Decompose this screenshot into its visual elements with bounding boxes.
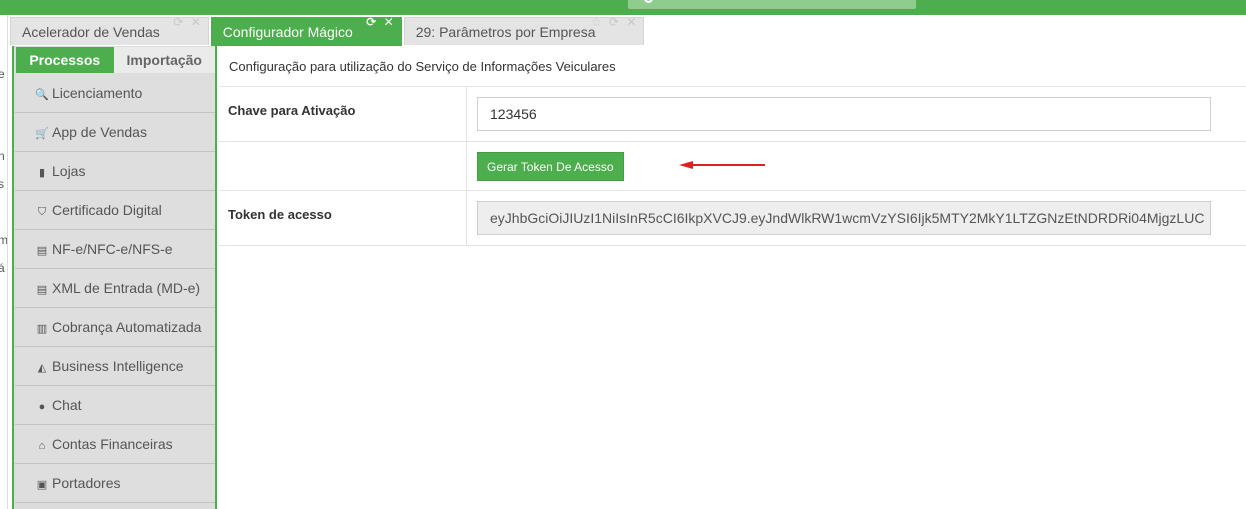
cart-icon: 🛒 <box>35 128 49 140</box>
money-icon: ▣ <box>36 479 48 491</box>
tab-label: 29: Parâmetros por Empresa <box>415 24 596 40</box>
sidebar-item-contas-financeiras[interactable]: ⌂ Contas Financeiras <box>15 425 215 464</box>
tab-parametros-por-empresa[interactable]: 29: Parâmetros por Empresa ☆ ⟳ ✕ <box>403 15 645 45</box>
sidebar-item-business-intelligence[interactable]: ◭ Business Intelligence <box>15 347 215 386</box>
search-icon <box>644 0 653 3</box>
sidebar-item-cobranca-automatizada[interactable]: ▥ Cobrança Automatizada <box>15 308 215 347</box>
activation-key-input[interactable]: 123456 <box>477 97 1211 131</box>
bank-icon: ⌂ <box>38 440 46 452</box>
page-title: Configuração para utilização do Serviço … <box>219 47 1246 87</box>
file-text-icon: ▤ <box>36 284 48 296</box>
tab-controls[interactable]: ☆ ⟳ ✕ <box>591 15 639 29</box>
sidebar-item-lojas[interactable]: ▮ Lojas <box>15 152 215 191</box>
tab-controls[interactable]: ⟳ ✕ <box>173 15 202 29</box>
top-bar <box>0 0 1246 15</box>
access-token-field[interactable]: eyJhbGciOiJIUzI1NiIsInR5cCI6IkpXVCJ9.eyJ… <box>477 201 1211 235</box>
activation-label: Chave para Ativação <box>219 87 467 141</box>
tab-configurador-magico[interactable]: Configurador Mágico ⟳ ✕ <box>210 15 402 46</box>
tab-controls[interactable]: ⟳ ✕ <box>366 15 395 29</box>
file-code-icon: ▤ <box>36 245 48 257</box>
sidebar-item-app-de-vendas[interactable]: 🛒 App de Vendas <box>15 113 215 152</box>
red-arrow-annotation <box>679 161 765 169</box>
tab-acelerador-de-vendas[interactable]: Acelerador de Vendas ⟳ ✕ <box>10 15 209 45</box>
global-search[interactable] <box>628 0 916 9</box>
activation-row: Chave para Ativação 123456 <box>219 87 1246 142</box>
sidebar-item-portadores[interactable]: ▣ Portadores <box>15 464 215 503</box>
sidebar-tab-processos[interactable]: Processos <box>16 47 114 73</box>
sidebar-item-licenciamento[interactable]: 🔍 Licenciamento <box>15 74 215 113</box>
main-content: Configuração para utilização do Serviço … <box>219 47 1246 246</box>
empty-label <box>219 142 467 190</box>
token-label: Token de acesso <box>219 191 467 245</box>
sidebar-item-nfe[interactable]: ▤ NF-e/NFC-e/NFS-e <box>15 230 215 269</box>
left-panel-edge: e n s m á <box>0 15 8 509</box>
sidebar-menu: 🔍 Licenciamento 🛒 App de Vendas ▮ Lojas ⛉ Ce… <box>15 74 215 503</box>
generate-token-button[interactable]: Gerar Token De Acesso <box>477 152 624 181</box>
tab-label: Acelerador de Vendas <box>22 24 160 40</box>
tab-bar: Acelerador de Vendas ⟳ ✕ Configurador Má… <box>10 15 646 46</box>
sidebar-item-xml-de-entrada[interactable]: ▤ XML de Entrada (MD-e) <box>15 269 215 308</box>
sidebar: Processos Importação 🔍 Licenciamento 🛒 App… <box>12 46 217 509</box>
barcode-icon: ▥ <box>36 323 48 335</box>
building-icon: ▮ <box>38 167 46 179</box>
sidebar-item-certificado-digital[interactable]: ⛉ Certificado Digital <box>15 191 215 230</box>
tab-label: Configurador Mágico <box>222 24 353 40</box>
sidebar-tab-importacao[interactable]: Importação <box>113 47 215 73</box>
sidebar-tabs: Processos Importação <box>14 46 215 74</box>
area-chart-icon: ◭ <box>37 362 47 374</box>
shield-icon: ⛉ <box>37 206 47 218</box>
token-row: Token de acesso eyJhbGciOiJIUzI1NiIsInR5… <box>219 191 1246 246</box>
sidebar-item-chat[interactable]: ● Chat <box>15 386 215 425</box>
chat-icon: ● <box>38 401 46 413</box>
key-icon: 🔍 <box>35 89 49 101</box>
